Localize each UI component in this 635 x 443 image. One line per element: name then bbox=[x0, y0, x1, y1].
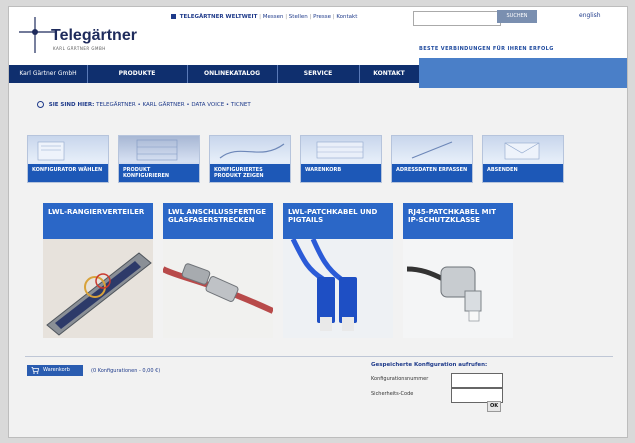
nav-item-karl-gaertner[interactable]: Karl Gärtner GmbH bbox=[9, 65, 88, 83]
square-icon bbox=[171, 14, 176, 19]
step-label: ABSENDEN bbox=[483, 164, 563, 182]
card-lwl-rangierverteiler[interactable]: LWL-RANGIERVERTEILER bbox=[43, 203, 153, 338]
cart-button[interactable]: Warenkorb bbox=[27, 365, 83, 376]
card-image bbox=[283, 237, 393, 338]
step-warenkorb[interactable]: WARENKORB bbox=[300, 135, 382, 183]
grid-icon bbox=[136, 139, 178, 161]
toplink-presse[interactable]: Presse bbox=[313, 14, 331, 20]
step-label: WARENKORB bbox=[301, 164, 381, 182]
tagline: BESTE VERBINDUNGEN FÜR IHREN ERFOLG bbox=[419, 46, 554, 52]
header-blue-panel bbox=[419, 58, 627, 88]
brand-name: Telegärtner bbox=[51, 27, 137, 44]
config-number-input[interactable] bbox=[451, 373, 503, 388]
toplink-kontakt[interactable]: Kontakt bbox=[336, 14, 357, 20]
card-image bbox=[403, 239, 513, 338]
toplink-messen[interactable]: Messen bbox=[263, 14, 284, 20]
step-label: PRODUKT KONFIGURIEREN bbox=[119, 164, 199, 182]
step-konfiguriertes-produkt[interactable]: KONFIGURIERTES PRODUKT ZEIGEN bbox=[209, 135, 291, 183]
step-absenden[interactable]: ABSENDEN bbox=[482, 135, 564, 183]
breadcrumb: SIE SIND HIER: TELEGÄRTNER • KARL GÄRTNE… bbox=[37, 101, 251, 108]
fiber-cable-image bbox=[161, 239, 275, 338]
divider bbox=[25, 356, 613, 357]
rj45-connector-image bbox=[403, 239, 513, 338]
card-title: LWL ANSCHLUSSFERTIGE GLASFASERSTRECKEN bbox=[168, 208, 267, 224]
document-icon bbox=[37, 141, 65, 161]
breadcrumb-path[interactable]: TELEGÄRTNER • KARL GÄRTNER • DATA VOICE … bbox=[96, 102, 251, 108]
nav-item-onlinekatalog[interactable]: ONLINEKATALOG bbox=[187, 65, 278, 83]
ok-button[interactable]: OK bbox=[487, 401, 501, 412]
product-cards: LWL-RANGIERVERTEILER LWL ANSCHLUSSFERTIG… bbox=[43, 203, 593, 338]
cart-button-label: Warenkorb bbox=[43, 367, 70, 373]
telegaertner-logo[interactable]: Telegärtner KARL GÄRTNER GMBH bbox=[17, 15, 137, 57]
top-links: TELEGÄRTNER WELTWEIT | Messen | Stellen … bbox=[171, 14, 357, 20]
step-produkt-konfigurieren[interactable]: PRODUKT KONFIGURIEREN bbox=[118, 135, 200, 183]
step-label: KONFIGURIERTES PRODUKT ZEIGEN bbox=[210, 164, 290, 182]
patch-panel-image bbox=[43, 239, 153, 338]
nav-item-produkte[interactable]: PRODUKTE bbox=[87, 65, 188, 83]
config-number-label: Konfigurationsnummer bbox=[371, 376, 429, 382]
step-label: KONFIGURATOR WÄHLEN bbox=[28, 164, 108, 182]
nav-item-service[interactable]: SERVICE bbox=[277, 65, 360, 83]
toplink-stellen[interactable]: Stellen bbox=[289, 14, 308, 20]
search-input[interactable] bbox=[413, 11, 501, 26]
browser-page: Telegärtner KARL GÄRTNER GMBH TELEGÄRTNE… bbox=[8, 6, 628, 438]
pen-icon bbox=[411, 141, 453, 159]
top-header: Telegärtner KARL GÄRTNER GMBH TELEGÄRTNE… bbox=[9, 7, 627, 65]
language-link[interactable]: english bbox=[579, 12, 601, 19]
card-title: LWL-PATCHKABEL UND PIGTAILS bbox=[288, 208, 378, 224]
card-rj45-patchkabel[interactable]: RJ45-PATCHKABEL MIT IP-SCHUTZKLASSE bbox=[403, 203, 513, 338]
saved-config-title: Gespeicherte Konfiguration aufrufen: bbox=[371, 362, 488, 368]
breadcrumb-bullet-icon bbox=[37, 101, 44, 108]
envelope-icon bbox=[504, 142, 540, 160]
toplink-weltweit[interactable]: TELEGÄRTNER WELTWEIT bbox=[180, 14, 258, 20]
card-title: LWL-RANGIERVERTEILER bbox=[48, 208, 145, 216]
sc-connector-image bbox=[283, 237, 393, 338]
search-button[interactable]: SUCHEN bbox=[497, 10, 537, 23]
card-image bbox=[161, 239, 275, 338]
keyboard-icon bbox=[316, 141, 364, 159]
breadcrumb-prefix: SIE SIND HIER: bbox=[48, 102, 95, 108]
card-lwl-glasfaserstrecken[interactable]: LWL ANSCHLUSSFERTIGE GLASFASERSTRECKEN bbox=[161, 203, 275, 338]
step-adressdaten[interactable]: ADRESSDATEN ERFASSEN bbox=[391, 135, 473, 183]
card-title: RJ45-PATCHKABEL MIT IP-SCHUTZKLASSE bbox=[408, 208, 496, 224]
configurator-steps: KONFIGURATOR WÄHLEN PRODUKT KONFIGURIERE… bbox=[27, 135, 605, 183]
cable-icon bbox=[219, 143, 285, 159]
step-konfigurator-waehlen[interactable]: KONFIGURATOR WÄHLEN bbox=[27, 135, 109, 183]
card-lwl-patchkabel[interactable]: LWL-PATCHKABEL UND PIGTAILS bbox=[283, 203, 393, 338]
step-label: ADRESSDATEN ERFASSEN bbox=[392, 164, 472, 182]
security-code-label: Sicherheits-Code bbox=[371, 391, 414, 397]
cart-summary: (0 Konfigurationen - 0,00 €) bbox=[91, 368, 161, 374]
brand-subtitle: KARL GÄRTNER GMBH bbox=[53, 46, 106, 51]
card-image bbox=[43, 239, 153, 338]
cart-icon bbox=[31, 367, 39, 374]
nav-item-kontakt[interactable]: KONTAKT bbox=[359, 65, 420, 83]
